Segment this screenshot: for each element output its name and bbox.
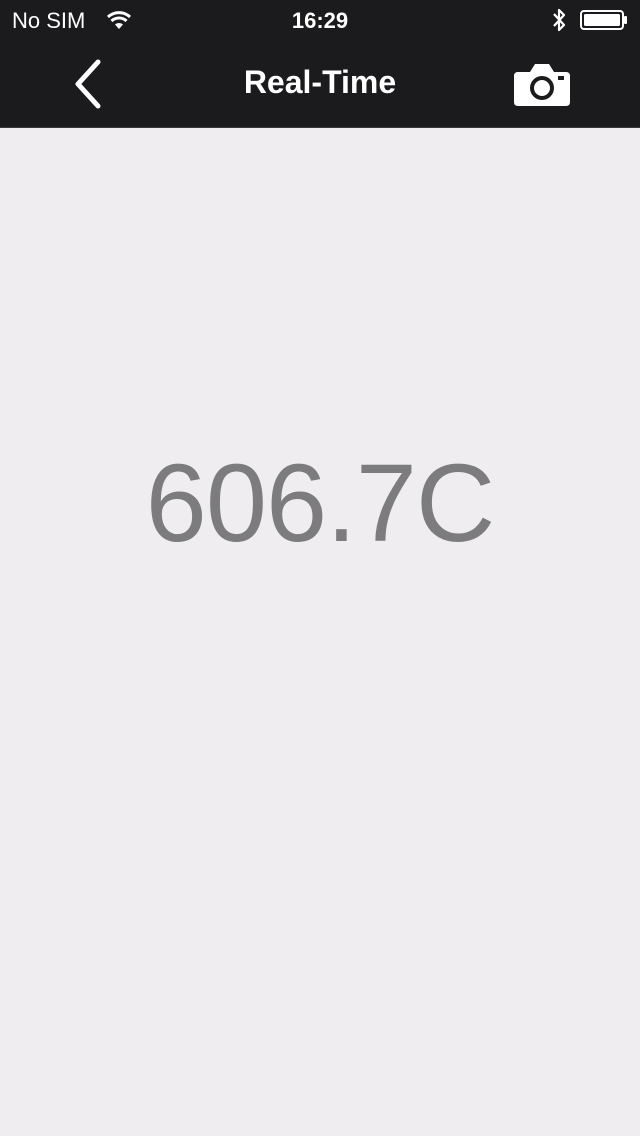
temperature-reading: 606.7C: [145, 442, 496, 565]
status-time: 16:29: [291, 8, 349, 33]
top-bar: No SIM 16:29 Real-Time: [0, 0, 640, 128]
navigation-bar: Real-Time: [0, 40, 640, 128]
battery-icon: [580, 10, 627, 30]
bluetooth-icon: [553, 8, 566, 32]
camera-icon: [514, 64, 570, 106]
camera-button[interactable]: [510, 56, 574, 112]
status-bar: No SIM 16:29: [0, 0, 640, 40]
